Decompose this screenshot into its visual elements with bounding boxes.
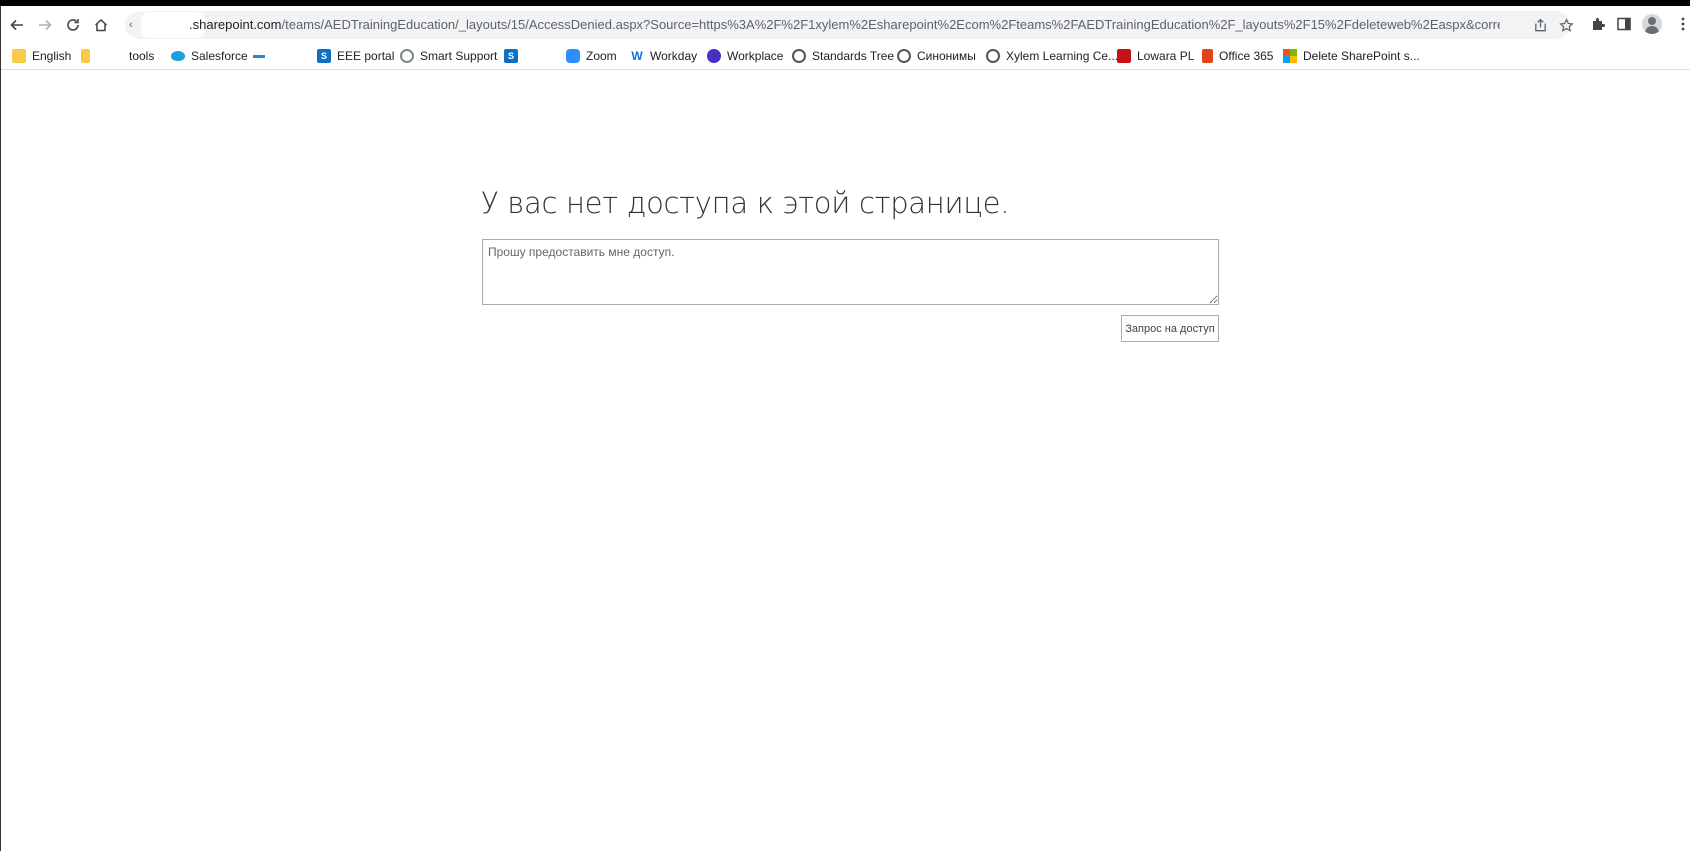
bookmark-lowara-pl[interactable]: Lowara PL [1117,46,1194,66]
bookmark-salesforce[interactable]: Salesforce [171,46,248,66]
extensions-button[interactable] [1589,15,1607,33]
arrow-left-icon [10,19,23,31]
star-icon [1558,17,1574,32]
workplace-icon [707,49,721,63]
side-panel-button[interactable] [1615,15,1633,33]
reload-button[interactable] [60,12,86,38]
bookmark-standards-tree[interactable]: Standards Tree [792,46,894,66]
address-bar[interactable]: ‹ .sharepoint.com/teams/AEDTrainingEduca… [125,11,1574,39]
bookmark-workplace[interactable]: Workplace [707,46,783,66]
bookmark-label: tools [129,49,155,63]
menu-button[interactable] [1674,15,1690,33]
request-access-button[interactable]: Запрос на доступ [1121,315,1219,342]
globe-icon [897,49,911,63]
browser-toolbar: ‹ .sharepoint.com/teams/AEDTrainingEduca… [1,6,1690,42]
folder-icon [12,49,26,63]
bookmark-label: Standards Tree [812,49,895,63]
bookmark-label: Office 365 [1219,49,1274,63]
zoom-icon [566,49,580,63]
microsoft-icon [1283,49,1297,63]
bookmark-office-365[interactable]: Office 365 [1202,46,1273,66]
globe-icon [792,49,806,63]
bookmark-label: Delete SharePoint s... [1303,49,1420,63]
smart-support-icon [400,49,414,63]
bookmark-dash[interactable] [253,46,271,66]
url-path: /teams/AEDTrainingEducation/_layouts/15/… [281,17,1501,32]
browser-window: ‹ .sharepoint.com/teams/AEDTrainingEduca… [0,6,1690,851]
sharepoint-icon: S [317,49,331,63]
bookmark-label: Lowara PL [1137,49,1195,63]
sharepoint-icon: S [504,49,518,63]
bookmark-label: Smart Support [420,49,498,63]
salesforce-icon [171,51,185,61]
bookmark-star-button[interactable] [1558,17,1574,33]
workday-icon: W [631,49,643,63]
access-request-message[interactable] [482,239,1219,305]
bookmark-sharepoint[interactable]: S [504,46,524,66]
bookmark-synonyms[interactable]: Синонимы [897,46,976,66]
bookmark-label: Workday [650,49,698,63]
share-icon [1534,18,1546,31]
bookmark-delete-sharepoint[interactable]: Delete SharePoint s... [1283,46,1420,66]
bookmark-label: Workplace [727,49,784,63]
bookmark-eee-portal[interactable]: S EEE portal [317,46,394,66]
bookmark-label: Zoom [586,49,617,63]
bookmarks-bar: English tools Salesforce S EEE portal Sma… [1,42,1690,70]
bookmark-zoom[interactable]: Zoom [566,46,617,66]
url-domain: .sharepoint.com [189,17,282,32]
share-button[interactable] [1532,17,1548,33]
bookmark-workday[interactable]: W Workday [630,46,697,66]
bookmark-label: EEE portal [337,49,395,63]
bookmark-label: English [32,49,72,63]
reload-icon [67,19,79,31]
bookmark-tools[interactable]: tools [129,46,154,66]
side-panel-icon [1617,17,1631,31]
bookmark-xylem-learning[interactable]: Xylem Learning Ce... [986,46,1118,66]
bookmark-label: Синонимы [917,49,976,63]
page-content: У вас нет доступа к этой странице. Запро… [1,71,1690,851]
forward-button[interactable] [32,12,58,38]
home-button[interactable] [88,12,114,38]
profile-avatar[interactable] [1642,14,1662,34]
globe-icon [986,49,1000,63]
url-text[interactable]: .sharepoint.com/teams/AEDTrainingEducati… [189,11,1500,39]
back-button[interactable] [4,12,30,38]
arrow-right-icon [39,19,52,31]
redacted-area [93,44,125,68]
office-icon [1202,49,1213,63]
home-icon [94,18,108,32]
bookmark-label: Salesforce [191,49,248,63]
folder-icon [81,49,90,63]
dash-icon [253,54,265,58]
bookmark-label: Xylem Learning Ce... [1006,49,1119,63]
access-denied-heading: У вас нет доступа к этой странице. [481,186,1010,220]
bookmark-folder-english[interactable]: English [12,46,71,66]
bookmark-smart-support[interactable]: Smart Support [400,46,497,66]
pdf-icon [1117,49,1131,63]
more-vertical-icon [1681,17,1685,31]
puzzle-icon [1593,18,1605,30]
